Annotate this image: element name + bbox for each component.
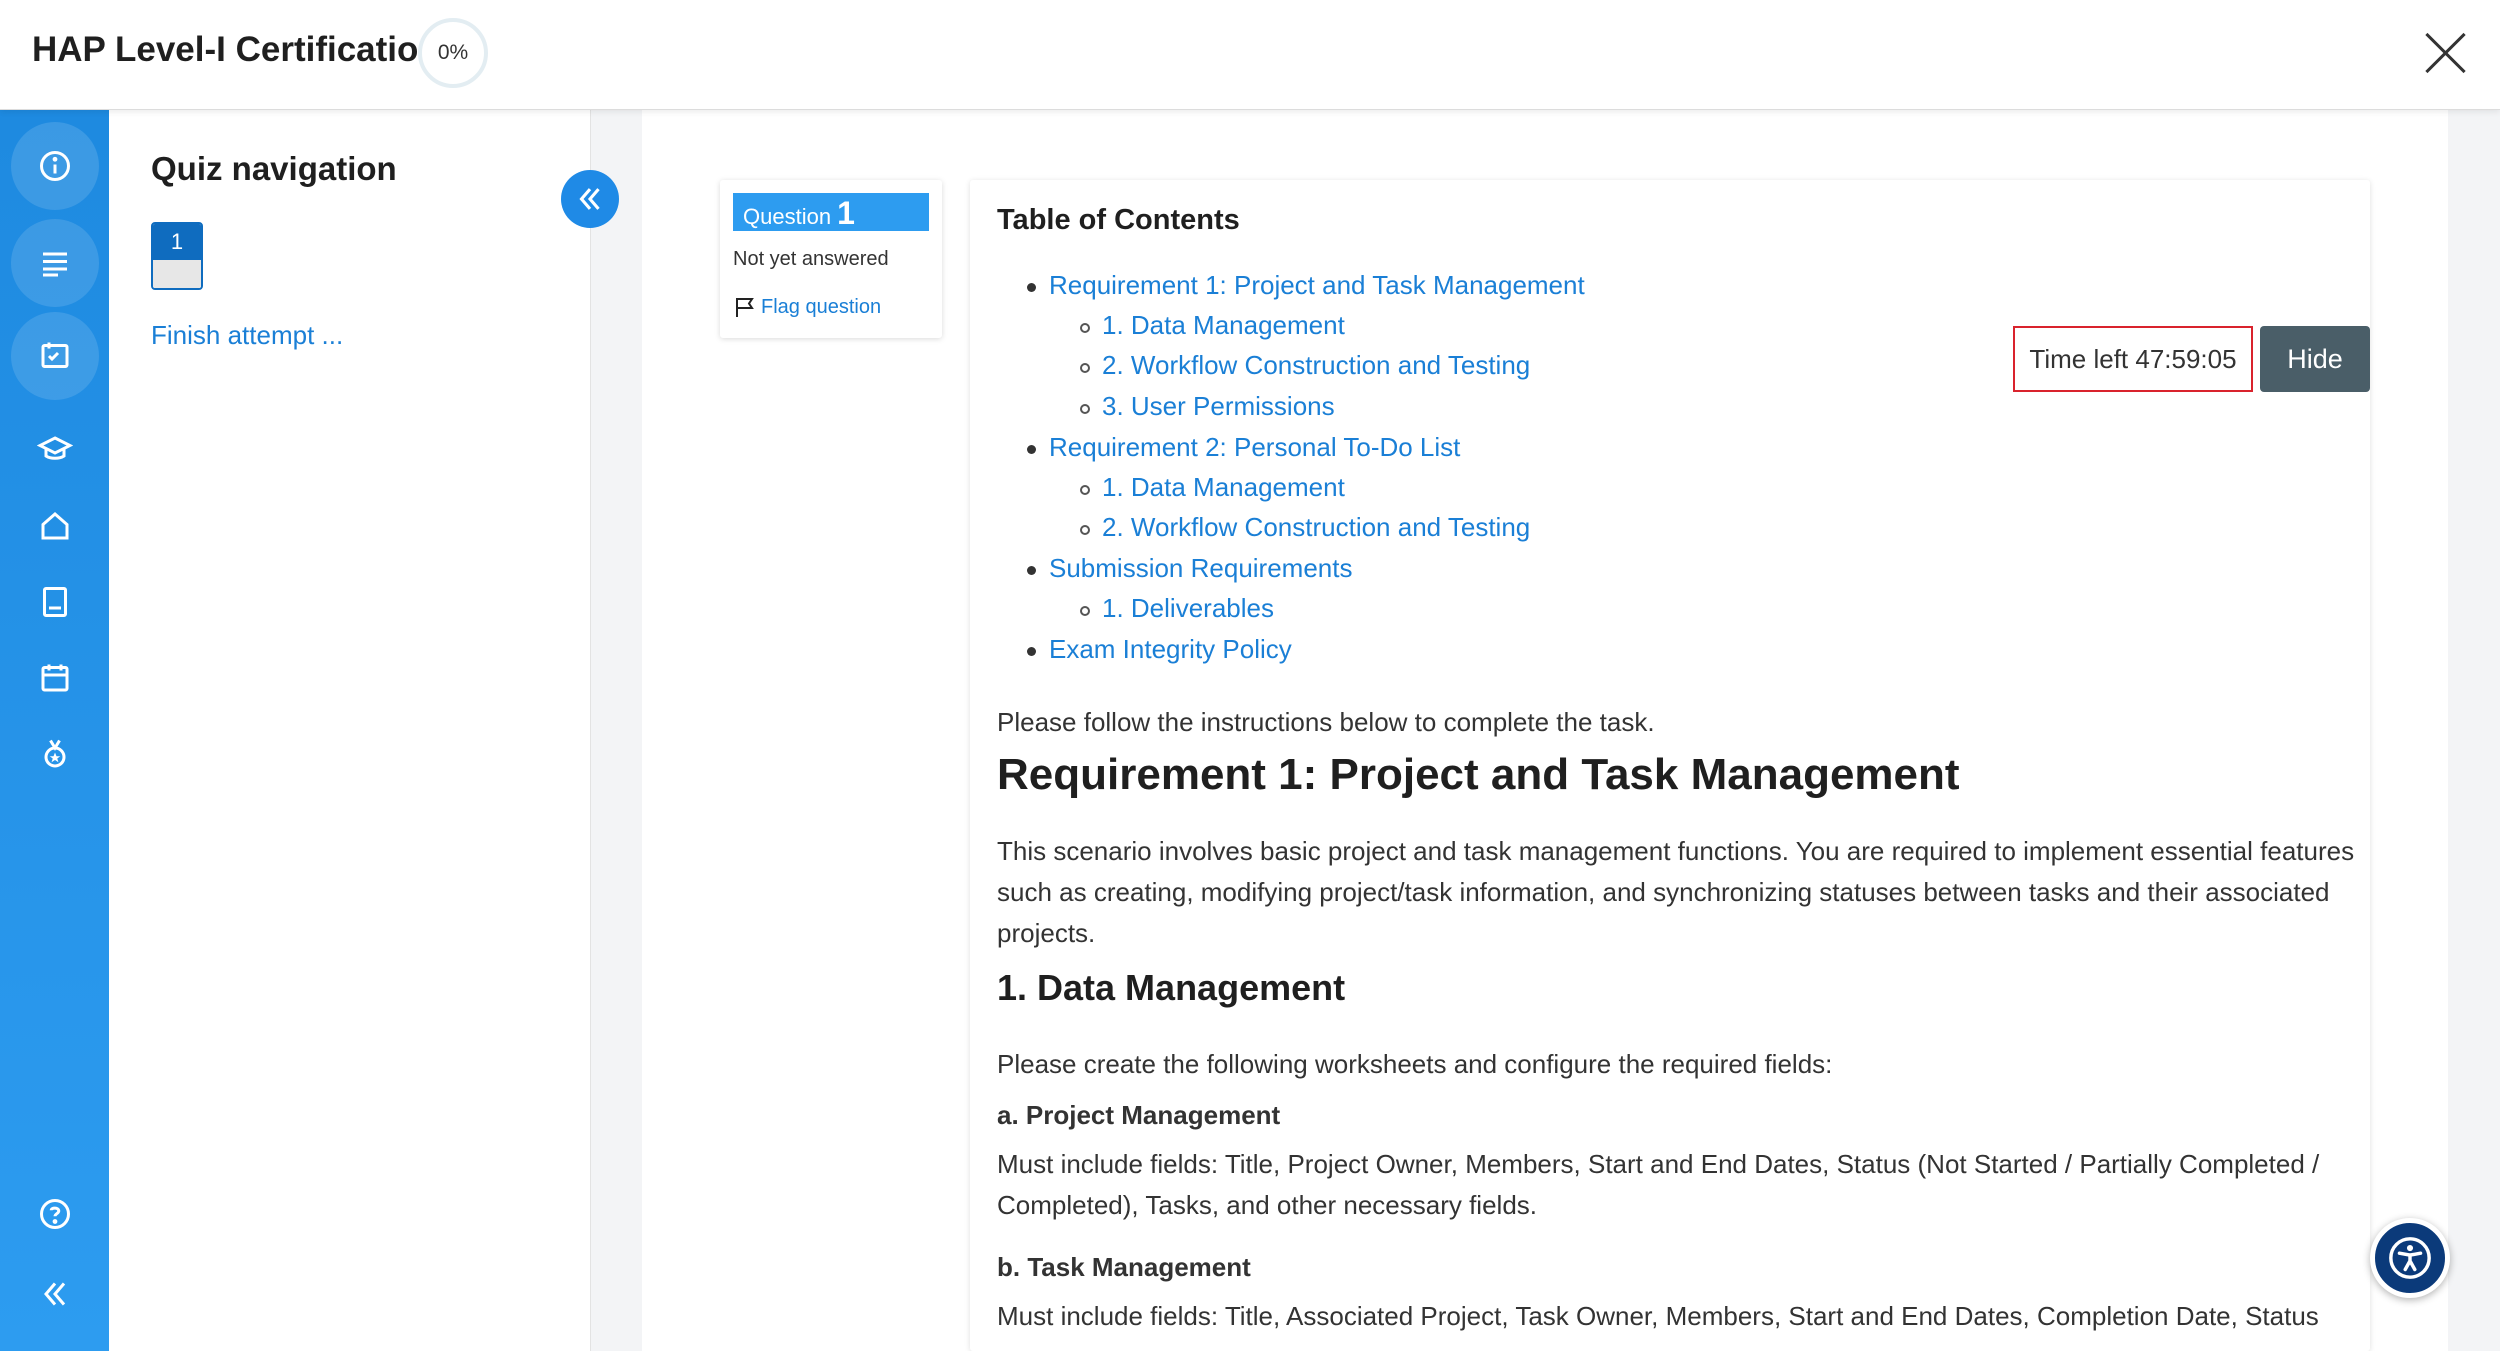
top-header: HAP Level-I Certification 0%	[0, 0, 2500, 110]
toc-link[interactable]: 1. Data Management	[1102, 472, 1345, 503]
task-management-fields: Must include fields: Title, Associated P…	[997, 1301, 2319, 1331]
flag-icon	[736, 298, 754, 317]
quiz-navigation-panel: Quiz navigation 1 Finish attempt ...	[109, 110, 591, 1351]
collapse-icon[interactable]	[11, 1250, 99, 1338]
double-chevron-left-icon	[579, 188, 600, 210]
flag-question-label: Flag question	[761, 295, 882, 318]
task-management-heading: b. Task Management	[997, 1252, 1251, 1282]
close-icon[interactable]	[2422, 30, 2468, 76]
question-content-card: Table of Contents Requirement 1: Project…	[970, 180, 2370, 1351]
finish-attempt-link[interactable]: Finish attempt ...	[151, 320, 343, 351]
intro-text: Please follow the instructions below to …	[997, 707, 1655, 737]
book-icon[interactable]	[11, 558, 99, 646]
info-icon[interactable]	[11, 122, 99, 210]
question-nav-button[interactable]: 1	[151, 222, 203, 290]
time-left-display: Time left 47:59:05	[2013, 326, 2253, 392]
accessibility-button[interactable]	[2370, 1218, 2450, 1298]
question-nav-number: 1	[153, 224, 201, 260]
question-nav-state	[153, 260, 201, 288]
toc-link[interactable]: 3. User Permissions	[1102, 391, 1335, 422]
help-icon[interactable]	[11, 1170, 99, 1258]
bullet	[1080, 525, 1090, 535]
toc-link[interactable]: Submission Requirements	[1049, 553, 1352, 584]
project-management-fields: Must include fields: Title, Project Owne…	[997, 1149, 2320, 1220]
bullet	[1027, 283, 1036, 292]
bullet	[1027, 647, 1036, 656]
medal-icon[interactable]	[11, 710, 99, 798]
graduation-cap-icon[interactable]	[11, 406, 99, 494]
bullet	[1080, 363, 1090, 373]
toc-link[interactable]: Exam Integrity Policy	[1049, 634, 1292, 665]
toc-link[interactable]: 2. Workflow Construction and Testing	[1102, 350, 1530, 381]
toc-title: Table of Contents	[997, 204, 1240, 236]
requirement-1-description: This scenario involves basic project and…	[997, 836, 2355, 948]
question-label: Question	[743, 204, 832, 229]
hide-timer-button[interactable]: Hide	[2260, 326, 2370, 392]
toc-link[interactable]: 2. Workflow Construction and Testing	[1102, 512, 1530, 543]
bullet	[1027, 566, 1036, 575]
toc-link[interactable]: 1. Data Management	[1102, 310, 1345, 341]
home-icon[interactable]	[11, 482, 99, 570]
accessibility-icon	[2389, 1237, 2431, 1279]
quiz-navigation-title: Quiz navigation	[151, 150, 397, 187]
toc-link[interactable]: 1. Deliverables	[1102, 593, 1274, 624]
progress-indicator: 0%	[418, 18, 488, 88]
collapse-drawer-button[interactable]	[561, 170, 619, 228]
question-number-badge: Question 1	[733, 193, 929, 231]
icon-rail	[0, 110, 109, 1351]
question-state: Not yet answered	[733, 248, 889, 270]
toc-link[interactable]: Requirement 1: Project and Task Manageme…	[1049, 270, 1585, 301]
bullet	[1080, 404, 1090, 414]
list-icon[interactable]	[11, 219, 99, 307]
data-management-heading: 1. Data Management	[997, 967, 1346, 1008]
question-number: 1	[837, 195, 855, 231]
bullet	[1027, 445, 1036, 454]
flag-question-link[interactable]: Flag question	[733, 295, 881, 319]
question-info-box: Question 1 Not yet answered Flag question	[720, 180, 942, 338]
bullet	[1080, 485, 1090, 495]
exam-icon[interactable]	[11, 312, 99, 400]
project-management-heading: a. Project Management	[997, 1100, 1281, 1130]
app-title: HAP Level-I Certification	[32, 30, 440, 69]
bullet	[1080, 323, 1090, 333]
requirement-1-heading: Requirement 1: Project and Task Manageme…	[997, 750, 1960, 799]
calendar-icon[interactable]	[11, 634, 99, 722]
bullet	[1080, 606, 1090, 616]
toc-link[interactable]: Requirement 2: Personal To-Do List	[1049, 432, 1460, 463]
data-management-intro: Please create the following worksheets a…	[997, 1049, 1833, 1079]
